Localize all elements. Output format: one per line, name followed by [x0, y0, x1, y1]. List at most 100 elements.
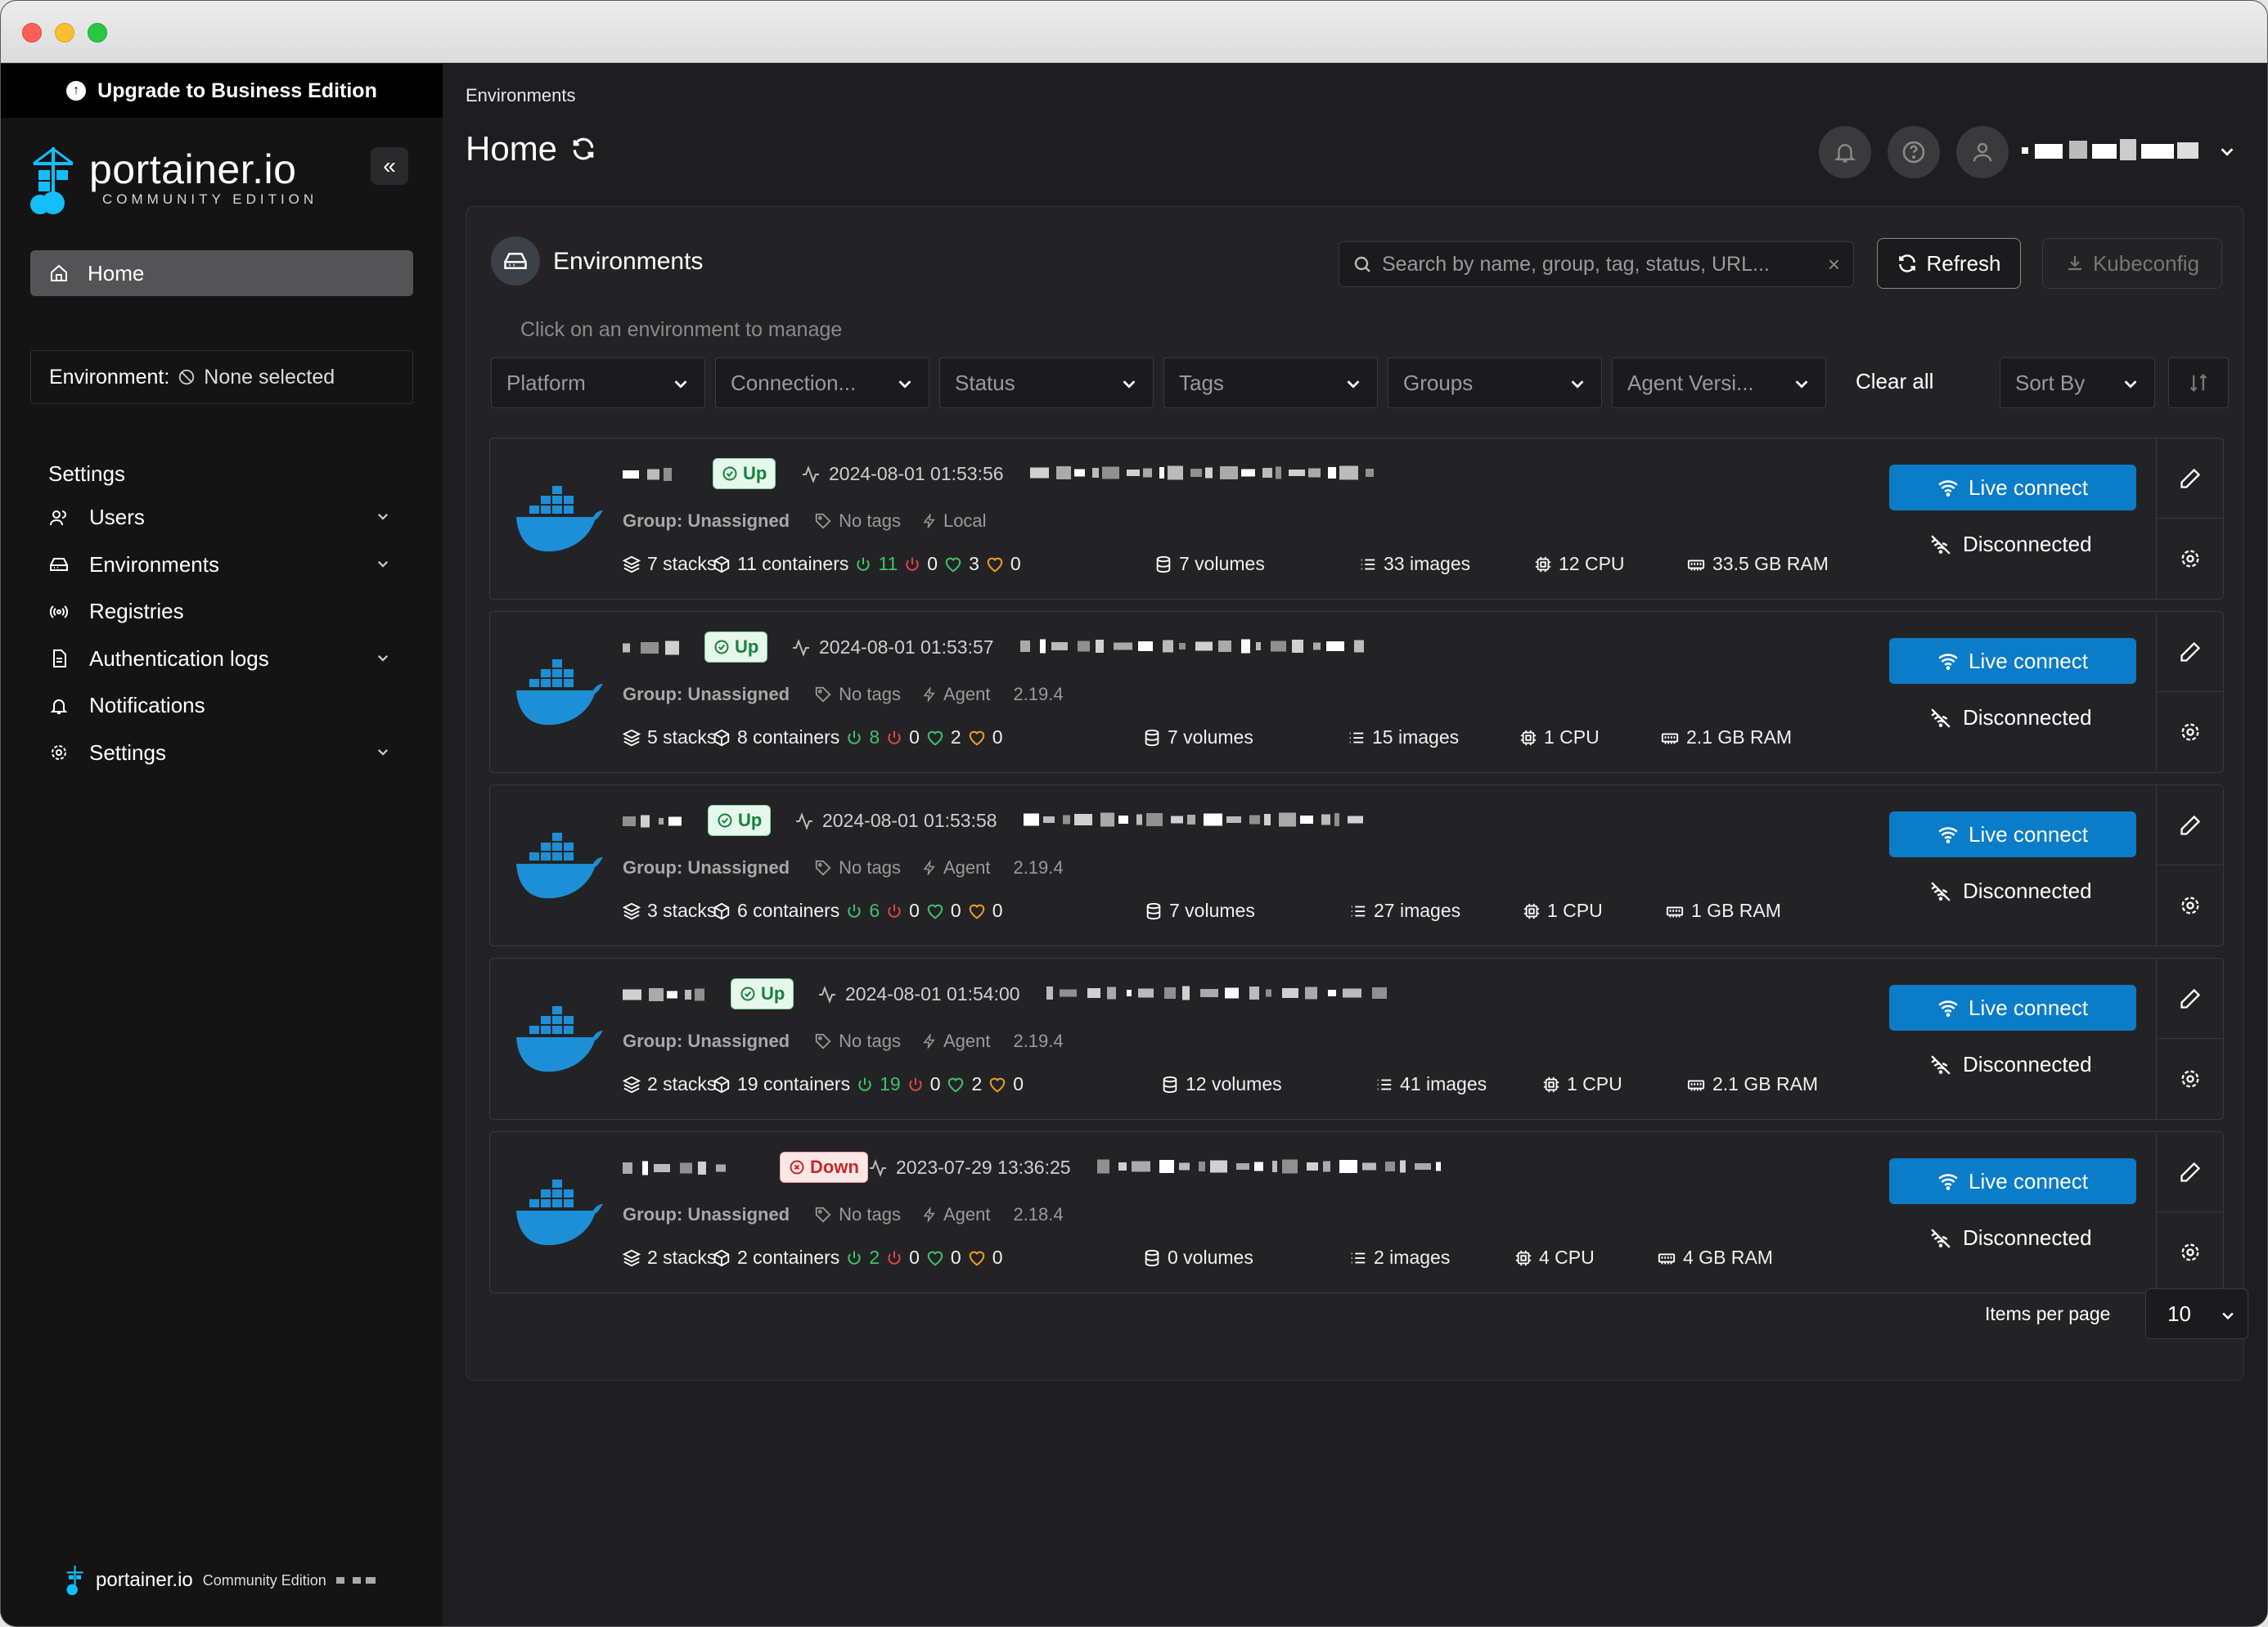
refresh-button[interactable]: Refresh — [1877, 238, 2021, 289]
close-window-button[interactable] — [22, 23, 42, 43]
docker-icon — [516, 833, 603, 899]
gear-icon — [2181, 1243, 2198, 1261]
items-per-page-select[interactable]: 10 — [2145, 1288, 2248, 1339]
edit-environment-button[interactable] — [2157, 785, 2223, 865]
zoom-window-button[interactable] — [88, 23, 107, 43]
clear-search-icon[interactable]: × — [1828, 252, 1840, 277]
heartbeat-text: 2023-07-29 13:36:25 — [896, 1157, 1071, 1178]
wifi-off-icon — [1931, 881, 1951, 901]
filter-tags[interactable]: Tags — [1163, 357, 1378, 408]
chevron-down-icon[interactable] — [376, 650, 390, 665]
sidebar-item-label: Notifications — [89, 693, 205, 718]
chevron-down-icon[interactable] — [2218, 142, 2236, 160]
chevron-down-icon — [1123, 380, 1136, 389]
database-icon — [1145, 729, 1159, 746]
database-icon — [1156, 555, 1171, 573]
redacted-env-name — [623, 468, 672, 481]
breadcrumb[interactable]: Environments — [466, 85, 576, 106]
chevron-down-icon[interactable] — [376, 744, 390, 759]
chevron-down-icon[interactable] — [376, 556, 390, 571]
power-off-icon — [888, 904, 901, 918]
edit-environment-button[interactable] — [2157, 438, 2223, 519]
sidebar-item-users[interactable]: Users — [30, 494, 413, 542]
sidebar-item-environments[interactable]: Environments — [30, 542, 413, 589]
environment-item[interactable]: Up 2024-08-01 01:53:56 Group: Unassigned… — [489, 438, 2224, 600]
tag-icon — [815, 1207, 831, 1223]
refresh-icon[interactable] — [570, 136, 596, 162]
stacks-count: 7 stacks — [623, 553, 716, 575]
stacks-count: 2 stacks — [623, 1247, 716, 1269]
environment-settings-button[interactable] — [2157, 1039, 2223, 1119]
box-icon — [713, 1076, 730, 1093]
notifications-button[interactable] — [1819, 126, 1871, 178]
filter-agent-version[interactable]: Agent Versi... — [1612, 357, 1826, 408]
heart-unhealthy-icon — [969, 730, 984, 745]
environment-settings-button[interactable] — [2157, 1212, 2223, 1292]
environment-settings-button[interactable] — [2157, 519, 2223, 599]
redacted-env-name — [623, 640, 679, 655]
edit-environment-button[interactable] — [2157, 612, 2223, 692]
portainer-logo[interactable]: portainer.io COMMUNITY EDITION — [29, 146, 323, 219]
status-text: Down — [810, 1157, 859, 1177]
ram-amount: 33.5 GB RAM — [1686, 553, 1829, 575]
sidebar-item-label: Authentication logs — [89, 645, 269, 671]
environment-selector[interactable]: Environment: None selected — [30, 350, 413, 404]
sidebar-item-notifications[interactable]: Notifications — [30, 682, 413, 730]
live-connect-label: Live connect — [1969, 1168, 2088, 1193]
kubeconfig-button[interactable]: Kubeconfig — [2042, 238, 2222, 289]
chevron-down-icon[interactable] — [376, 509, 390, 524]
collapse-sidebar-button[interactable]: « — [371, 147, 408, 185]
environment-item[interactable]: Up 2024-08-01 01:54:00 Group: Unassigned… — [489, 958, 2224, 1120]
group-label: Group: Unassigned — [623, 1031, 790, 1051]
sidebar-item-settings[interactable]: Settings — [30, 730, 413, 777]
environment-settings-button[interactable] — [2157, 692, 2223, 772]
filter-connection[interactable]: Connection... — [715, 357, 929, 408]
settings-nav-list: Users Environments Registries Authentica… — [30, 494, 413, 776]
cpu-icon — [1535, 556, 1551, 572]
list-icon — [1361, 559, 1375, 569]
live-connect-button[interactable]: Live connect — [1889, 1158, 2136, 1204]
help-button[interactable] — [1888, 126, 1940, 178]
live-connect-button[interactable]: Live connect — [1889, 811, 2136, 857]
main-content: Environments Home Environments Search by… — [443, 64, 2267, 1626]
search-placeholder: Search by name, group, tag, status, URL.… — [1382, 252, 1770, 276]
upgrade-banner[interactable]: ↑ Upgrade to Business Edition — [1, 64, 443, 118]
live-connect-button[interactable]: Live connect — [1889, 638, 2136, 684]
volumes-count: 7 volumes — [1143, 726, 1253, 748]
live-connect-button[interactable]: Live connect — [1889, 985, 2136, 1031]
sidebar-item-registries[interactable]: Registries — [30, 588, 413, 636]
live-connect-button[interactable]: Live connect — [1889, 465, 2136, 510]
sort-by-select[interactable]: Sort By — [2000, 357, 2155, 408]
chevron-down-icon — [674, 380, 687, 389]
connection-status-text: Disconnected — [1963, 879, 2092, 903]
environment-settings-button[interactable] — [2157, 865, 2223, 946]
environment-item[interactable]: Down 2023-07-29 13:36:25 Group: Unassign… — [489, 1131, 2224, 1293]
environment-item[interactable]: Up 2024-08-01 01:53:58 Group: Unassigned… — [489, 784, 2224, 946]
redacted-env-url — [1024, 812, 1363, 827]
environment-item[interactable]: Up 2024-08-01 01:53:57 Group: Unassigned… — [489, 611, 2224, 773]
minimize-window-button[interactable] — [55, 23, 74, 43]
cpu-count: 1 CPU — [1523, 900, 1603, 922]
environment-meta: Group: Unassigned No tags Agent 2.19.4 — [623, 1031, 1064, 1052]
filter-status[interactable]: Status — [939, 357, 1154, 408]
filter-groups[interactable]: Groups — [1388, 357, 1602, 408]
ram-amount: 1 GB RAM — [1665, 900, 1781, 922]
sidebar-item-authentication-logs[interactable]: Authentication logs — [30, 636, 413, 683]
agent-type: Local — [922, 510, 987, 532]
edit-environment-button[interactable] — [2157, 959, 2223, 1039]
sidebar-item-home[interactable]: Home — [30, 250, 413, 296]
box-icon — [713, 555, 730, 573]
status-badge: Up — [713, 458, 776, 489]
filter-platform[interactable]: Platform — [491, 357, 705, 408]
clear-all-button[interactable]: Clear all — [1856, 369, 1933, 394]
images-count: 27 images — [1349, 900, 1460, 922]
group-label: Group: Unassigned — [623, 684, 790, 704]
settings-section-header: Settings — [48, 461, 125, 486]
sidebar-item-label: Home — [88, 260, 145, 285]
sort-direction-button[interactable] — [2168, 357, 2229, 408]
memory-stick-icon — [1666, 906, 1684, 917]
redacted-username[interactable] — [2022, 136, 2202, 165]
edit-environment-button[interactable] — [2157, 1132, 2223, 1212]
search-input[interactable]: Search by name, group, tag, status, URL.… — [1339, 241, 1854, 287]
user-avatar-button[interactable] — [1956, 126, 2009, 178]
